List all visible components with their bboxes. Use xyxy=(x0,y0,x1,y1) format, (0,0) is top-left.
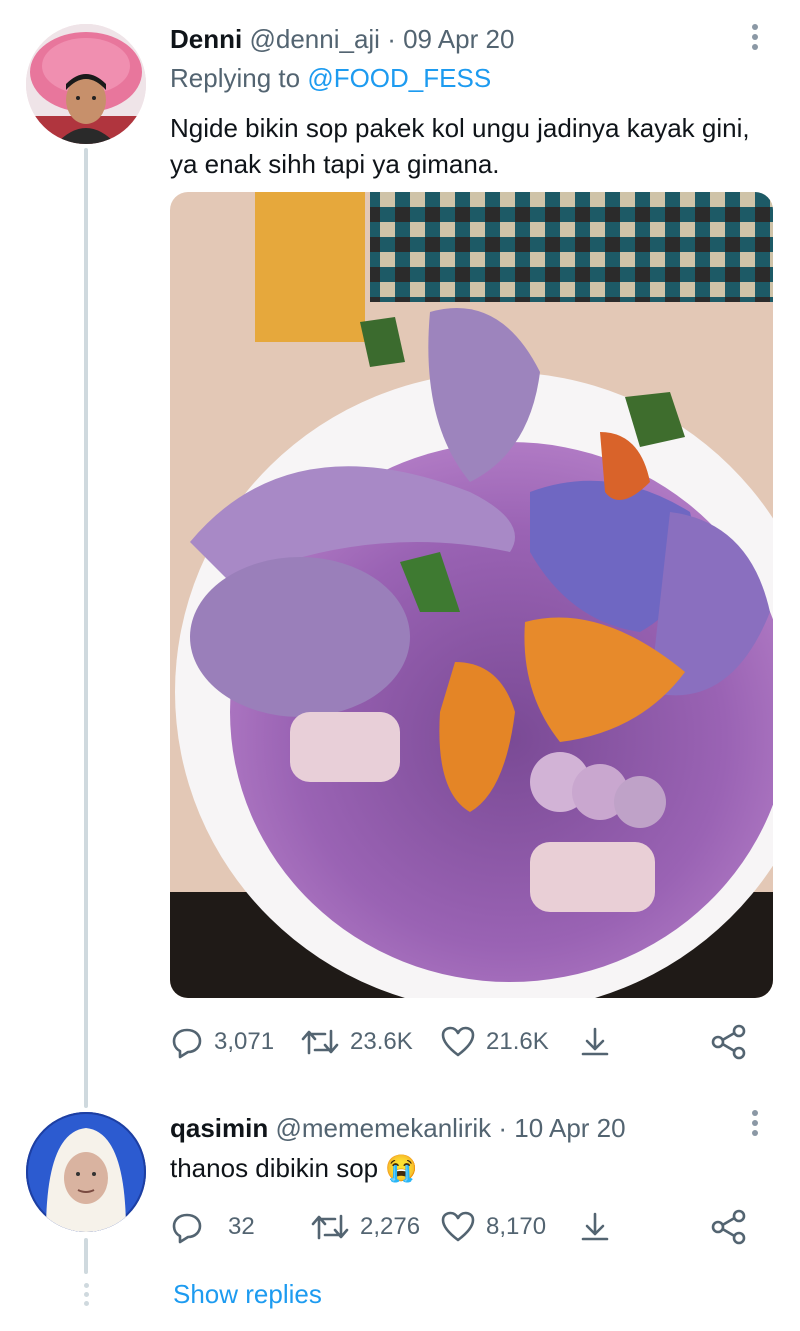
like-icon xyxy=(441,1211,475,1242)
reply-button[interactable]: 3,071 xyxy=(170,1022,274,1062)
share-icon xyxy=(581,1212,609,1241)
avatar[interactable] xyxy=(26,1112,146,1232)
retweet-icon xyxy=(311,1214,349,1240)
like-icon xyxy=(441,1026,475,1057)
reply-icon xyxy=(172,1028,202,1059)
share-network-icon xyxy=(711,1209,746,1245)
reply-header: qasimin @mememekanlirik · 10 Apr 20 xyxy=(170,1113,626,1144)
crying-emoji: 😭 xyxy=(385,1153,418,1183)
tweet-header: Denni @denni_aji · 09 Apr 20 xyxy=(170,24,514,55)
retweet-count: 2,276 xyxy=(360,1213,421,1240)
retweet-button[interactable]: 23.6K xyxy=(300,1022,413,1062)
share-icon xyxy=(581,1027,609,1056)
thread-dots xyxy=(82,1283,90,1310)
like-count: 21.6K xyxy=(486,1028,549,1055)
tweet-text: Ngide bikin sop pakek kol ungu jadinya k… xyxy=(170,113,750,179)
reply-text-content: thanos dibikin sop xyxy=(170,1153,379,1183)
replying-to: Replying to @FOOD_FESS xyxy=(170,63,491,94)
reply-count: 3,071 xyxy=(214,1028,275,1055)
share-menu-button[interactable] xyxy=(710,1022,748,1062)
share-network-icon xyxy=(711,1024,746,1060)
replying-prefix: Replying to xyxy=(170,63,301,93)
retweet-button[interactable]: 2,276 xyxy=(310,1207,420,1247)
more-icon[interactable] xyxy=(750,24,760,54)
display-name[interactable]: qasimin xyxy=(170,1113,268,1143)
thread-line xyxy=(84,148,88,1108)
like-button[interactable]: 8,170 xyxy=(440,1207,546,1247)
reply-count: 32 xyxy=(228,1213,255,1240)
tweet-photo[interactable] xyxy=(170,192,773,998)
reply-date[interactable]: 10 Apr 20 xyxy=(514,1113,625,1143)
reply-button[interactable]: 32 xyxy=(170,1207,255,1247)
tweet-date[interactable]: 09 Apr 20 xyxy=(403,24,514,54)
reply-icon xyxy=(172,1213,202,1244)
avatar[interactable] xyxy=(26,24,146,144)
share-button[interactable] xyxy=(578,1207,612,1247)
replying-handle[interactable]: @FOOD_FESS xyxy=(307,63,491,93)
share-menu-button[interactable] xyxy=(710,1207,748,1247)
user-handle[interactable]: @denni_aji xyxy=(249,24,379,54)
more-icon[interactable] xyxy=(750,1110,760,1140)
thread-line-lower xyxy=(84,1238,88,1274)
user-handle[interactable]: @mememekanlirik xyxy=(275,1113,491,1143)
tweet-actions: 3,071 23.6K 21.6K xyxy=(170,1022,750,1062)
share-button[interactable] xyxy=(578,1022,612,1062)
separator: · xyxy=(387,24,396,54)
show-replies-link[interactable]: Show replies xyxy=(173,1279,322,1310)
reply-actions: 32 2,276 8,170 xyxy=(170,1207,750,1247)
retweet-count: 23.6K xyxy=(350,1028,413,1055)
like-count: 8,170 xyxy=(486,1213,547,1240)
like-button[interactable]: 21.6K xyxy=(440,1022,549,1062)
retweet-icon xyxy=(301,1029,339,1055)
display-name[interactable]: Denni xyxy=(170,24,242,54)
separator: · xyxy=(498,1113,508,1143)
reply-text: thanos dibikin sop 😭 xyxy=(170,1150,750,1186)
